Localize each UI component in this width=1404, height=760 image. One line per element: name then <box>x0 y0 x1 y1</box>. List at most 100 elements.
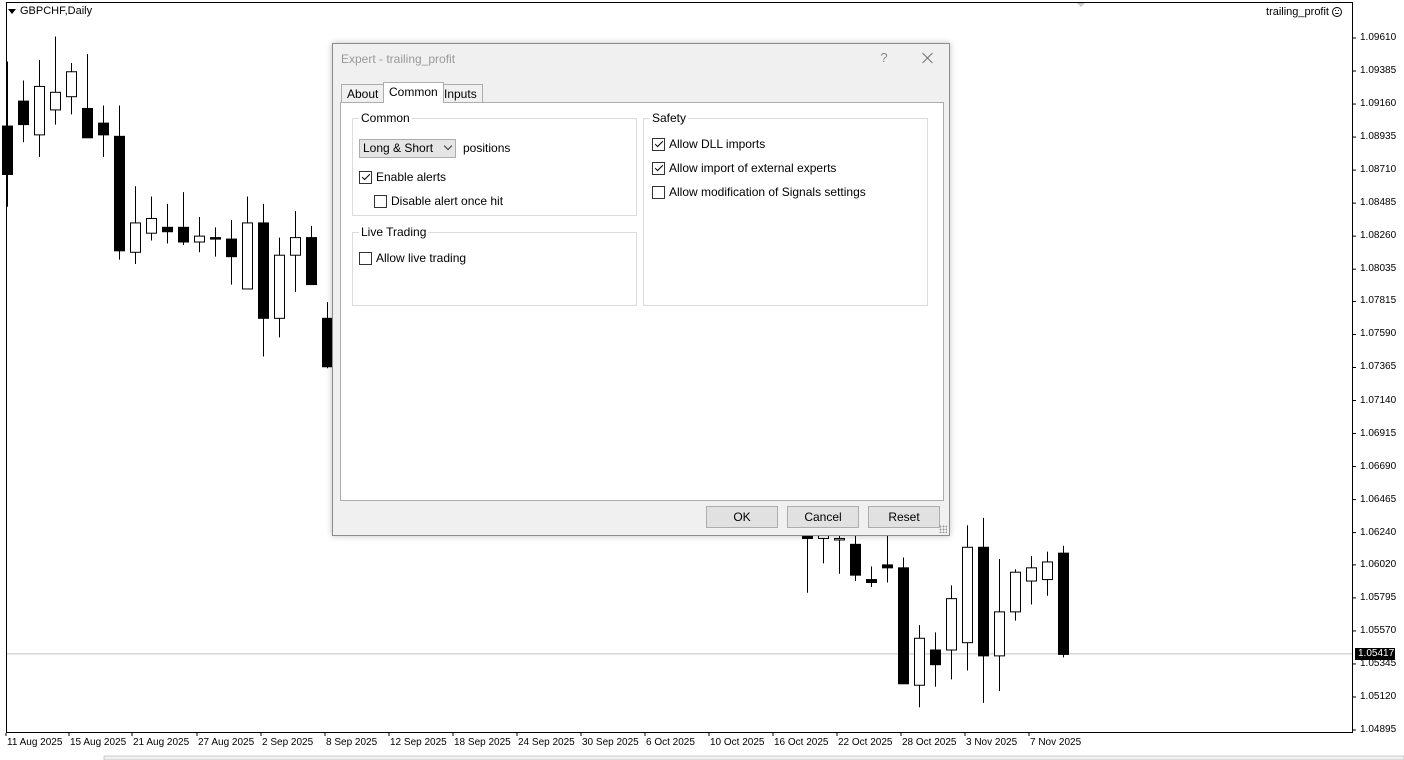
help-button[interactable]: ? <box>877 50 891 65</box>
dialog-title: Expert - trailing_profit <box>341 52 456 66</box>
current-price-label: 1.05417 <box>1355 648 1395 660</box>
price-tick-label: 1.09385 <box>1360 65 1397 77</box>
expert-name: trailing_profit <box>1266 6 1329 18</box>
allow-live-trading-checkbox[interactable]: Allow live trading <box>359 251 466 265</box>
symbol-text: GBPCHF,Daily <box>20 5 93 17</box>
date-tick-label: 6 Oct 2025 <box>646 737 695 748</box>
candle-bull <box>946 598 957 651</box>
expert-label[interactable]: trailing_profit <box>1266 6 1342 18</box>
candle-bear <box>898 567 909 685</box>
enable-alerts-label: Enable alerts <box>376 170 447 184</box>
checkbox-unchecked-icon[interactable] <box>652 185 665 199</box>
positions-select-value: Long & Short <box>363 141 434 155</box>
candle-bull <box>34 85 45 136</box>
date-tick-label: 16 Oct 2025 <box>774 737 829 748</box>
date-tick-label: 15 Aug 2025 <box>70 737 127 748</box>
date-tick-label: 10 Oct 2025 <box>710 737 765 748</box>
date-tick-label: 30 Sep 2025 <box>582 737 639 748</box>
candle-bull <box>274 254 285 319</box>
close-button[interactable] <box>917 47 939 69</box>
candle-bull <box>50 91 61 111</box>
candle-bear <box>18 100 29 126</box>
candle-bull <box>146 218 157 234</box>
cancel-button[interactable]: Cancel <box>787 506 859 528</box>
date-tick-label: 7 Nov 2025 <box>1030 737 1082 748</box>
price-tick-label: 1.08035 <box>1360 263 1397 275</box>
tab-panel-common: Common Long & Short positions Enable ale… <box>340 102 944 501</box>
candle-bull <box>914 637 925 686</box>
price-tick-label: 1.04895 <box>1360 724 1397 735</box>
date-tick-label: 27 Aug 2025 <box>198 737 255 748</box>
date-tick-label: 24 Sep 2025 <box>518 737 575 748</box>
price-tick-label: 1.07365 <box>1360 361 1397 373</box>
candle-bull <box>66 71 77 98</box>
checkbox-checked-icon[interactable] <box>652 137 665 151</box>
candle-bear <box>882 564 893 569</box>
tab-inputs[interactable]: Inputs <box>438 84 483 102</box>
checkbox-checked-icon[interactable] <box>359 170 372 184</box>
price-tick-label: 1.06465 <box>1360 493 1397 505</box>
dropdown-arrow-icon[interactable] <box>8 8 16 14</box>
date-tick-label: 11 Aug 2025 <box>7 737 63 748</box>
smiley-icon <box>1332 7 1342 17</box>
candle-bear <box>178 226 189 243</box>
candle-bear <box>82 107 93 139</box>
date-tick-label: 8 Sep 2025 <box>326 737 378 748</box>
date-tick-label: 3 Nov 2025 <box>966 737 1018 748</box>
tab-common[interactable]: Common <box>383 82 444 103</box>
date-tick-label: 12 Sep 2025 <box>390 737 447 748</box>
candle-bear <box>210 237 221 240</box>
candle-bear <box>98 122 109 136</box>
candle-bear <box>866 579 877 584</box>
price-tick-label: 1.08935 <box>1360 131 1397 143</box>
candle-bull <box>834 537 845 541</box>
date-tick-label: 18 Sep 2025 <box>454 737 511 748</box>
allow-import-external-checkbox[interactable]: Allow import of external experts <box>652 161 836 175</box>
candle-bear <box>978 546 989 657</box>
checkbox-checked-icon[interactable] <box>652 161 665 175</box>
allow-dll-imports-label: Allow DLL imports <box>669 137 766 151</box>
common-group-title: Common <box>359 111 412 125</box>
common-group: Common Long & Short positions Enable ale… <box>352 111 637 216</box>
candle-bear <box>930 649 941 666</box>
candle-bull <box>994 611 1005 657</box>
positions-select[interactable]: Long & Short <box>359 139 456 158</box>
candle-bull <box>1010 571 1021 613</box>
candle-bear <box>322 317 333 368</box>
allow-modification-signals-checkbox[interactable]: Allow modification of Signals settings <box>652 185 866 199</box>
candle-bull <box>130 222 141 253</box>
candle-bull <box>1042 561 1053 581</box>
price-tick-label: 1.09610 <box>1360 32 1397 43</box>
candle-bull <box>1026 567 1037 582</box>
price-tick-label: 1.06690 <box>1360 460 1397 472</box>
price-tick-label: 1.09160 <box>1360 98 1397 110</box>
safety-group: Safety Allow DLL imports Allow import of… <box>643 111 928 306</box>
checkbox-unchecked-icon[interactable] <box>359 251 372 265</box>
candle-bull <box>194 235 205 243</box>
price-tick-label: 1.08260 <box>1360 230 1397 242</box>
candle-bear <box>2 125 13 175</box>
candle-bear <box>258 222 269 319</box>
reset-button[interactable]: Reset <box>868 506 940 528</box>
date-tick-label: 2 Sep 2025 <box>262 737 314 748</box>
candle-bear <box>1058 552 1069 655</box>
price-tick-label: 1.08485 <box>1360 197 1397 209</box>
candle-bear <box>114 135 125 252</box>
allow-dll-imports-checkbox[interactable]: Allow DLL imports <box>652 137 765 151</box>
tab-about[interactable]: About <box>341 84 385 102</box>
price-tick-label: 1.05570 <box>1360 624 1397 636</box>
disable-alert-once-hit-checkbox[interactable]: Disable alert once hit <box>374 194 503 208</box>
price-tick-label: 1.06020 <box>1360 558 1397 570</box>
shift-marker-icon <box>1077 3 1085 7</box>
enable-alerts-checkbox[interactable]: Enable alerts <box>359 170 446 184</box>
date-tick-label: 21 Aug 2025 <box>133 737 190 748</box>
allow-modification-signals-label: Allow modification of Signals settings <box>669 185 866 199</box>
bottom-scrollbar <box>103 755 1404 760</box>
symbol-label[interactable]: GBPCHF,Daily <box>8 5 92 17</box>
resize-grip-icon[interactable] <box>939 525 947 533</box>
checkbox-unchecked-icon[interactable] <box>374 194 387 208</box>
chevron-down-icon <box>443 141 453 151</box>
positions-label: positions <box>463 141 511 155</box>
ok-button[interactable]: OK <box>706 506 778 528</box>
price-tick-label: 1.06915 <box>1360 427 1397 439</box>
